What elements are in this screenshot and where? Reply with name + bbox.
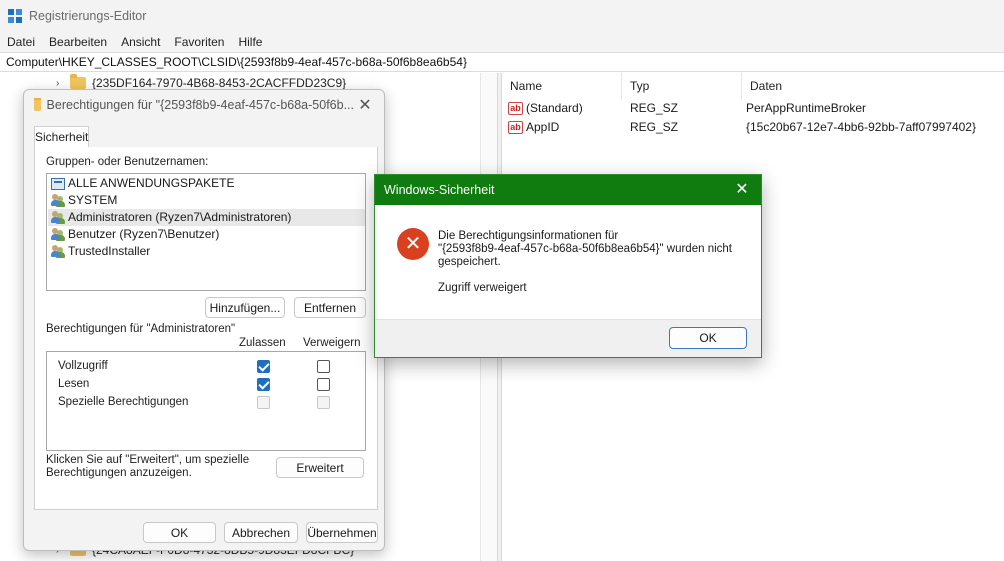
permissions-dialog-title-text: Berechtigungen für "{2593f8b9-4eaf-457c-… — [46, 98, 354, 112]
list-item-group-selected[interactable]: Administratoren (Ryzen7\Administratoren) — [48, 209, 365, 226]
value-data: PerAppRuntimeBroker — [746, 101, 867, 115]
permission-name: Vollzugriff — [58, 360, 108, 372]
menu-bar: Datei Bearbeiten Ansicht Favoriten Hilfe — [0, 32, 1004, 52]
package-icon — [51, 177, 65, 190]
group-name: SYSTEM — [68, 193, 118, 207]
string-value-icon: ab — [508, 102, 523, 115]
title-bar: Registrierungs-Editor — [0, 0, 1004, 32]
error-message-line3: gespeichert. — [438, 256, 501, 268]
permission-name: Lesen — [58, 378, 90, 390]
groups-list[interactable]: ALLE ANWENDUNGSPAKETE SYSTEM Administrat… — [46, 173, 366, 291]
folder-icon — [34, 98, 41, 111]
menu-favoriten[interactable]: Favoriten — [174, 35, 224, 49]
users-icon — [51, 228, 65, 241]
permissions-dialog-title: Berechtigungen für "{2593f8b9-4eaf-457c-… — [34, 98, 354, 112]
regedit-app-icon — [8, 9, 22, 23]
users-icon — [51, 194, 65, 207]
error-message-line1: Die Berechtigungsinformationen für — [438, 230, 619, 242]
deny-checkbox-lesen[interactable] — [317, 378, 330, 391]
column-header-name[interactable]: Name — [502, 73, 622, 99]
list-item-group[interactable]: TrustedInstaller — [51, 243, 150, 260]
menu-bearbeiten[interactable]: Bearbeiten — [49, 35, 107, 49]
allow-checkbox-spezielle — [257, 396, 270, 409]
value-row[interactable]: ab AppID REG_SZ {15c20b67-12e7-4bb6-92bb-… — [502, 118, 1004, 137]
users-icon — [51, 245, 65, 258]
allow-checkbox-vollzugriff[interactable] — [257, 360, 270, 373]
security-dialog-title: Windows-Sicherheit — [375, 175, 761, 205]
list-item-group[interactable]: ALLE ANWENDUNGSPAKETE — [51, 175, 235, 192]
add-button[interactable]: Hinzufügen... — [205, 297, 285, 318]
ok-button[interactable]: OK — [669, 327, 747, 349]
groups-label: Gruppen- oder Benutzernamen: — [46, 156, 209, 168]
menu-ansicht[interactable]: Ansicht — [121, 35, 160, 49]
deny-column-header: Verweigern — [303, 337, 361, 349]
apply-button[interactable]: Übernehmen — [306, 522, 378, 543]
group-name: Benutzer (Ryzen7\Benutzer) — [68, 227, 220, 241]
tree-node[interactable]: › {235DF164-7970-4B68-8453-2CACFFDD23C9} — [56, 74, 347, 90]
list-item-group[interactable]: SYSTEM — [51, 192, 117, 209]
value-type: REG_SZ — [630, 101, 679, 115]
error-icon: ✕ — [397, 228, 429, 260]
ok-button[interactable]: OK — [143, 522, 216, 543]
cancel-button[interactable]: Abbrechen — [224, 522, 298, 543]
column-header-typ[interactable]: Typ — [622, 73, 742, 99]
permissions-dialog: Berechtigungen für "{2593f8b9-4eaf-457c-… — [23, 89, 385, 551]
group-name: Administratoren (Ryzen7\Administratoren) — [68, 210, 292, 224]
allow-column-header: Zulassen — [239, 337, 286, 349]
users-icon — [51, 211, 65, 224]
string-value-icon: ab — [508, 121, 523, 134]
security-error-dialog: Windows-Sicherheit ✕ ✕ Die Berechtigungs… — [374, 174, 762, 358]
dialog-footer: OK — [375, 319, 761, 357]
permissions-label: Berechtigungen für "Administratoren" — [46, 323, 236, 335]
value-name: (Standard) — [526, 101, 583, 115]
menu-hilfe[interactable]: Hilfe — [238, 35, 262, 49]
window-title: Registrierungs-Editor — [29, 9, 147, 23]
value-name: AppID — [526, 120, 560, 134]
error-detail: Zugriff verweigert — [438, 282, 527, 294]
menu-datei[interactable]: Datei — [7, 35, 35, 49]
tab-sicherheit[interactable]: Sicherheit — [34, 126, 89, 148]
permissions-list: Vollzugriff Lesen Spezielle Berechtigung… — [46, 351, 366, 451]
group-name: ALLE ANWENDUNGSPAKETE — [68, 176, 235, 190]
list-header: Name Typ Daten — [502, 73, 1004, 99]
group-name: TrustedInstaller — [68, 244, 151, 258]
advanced-hint-line2: Berechtigungen anzuzeigen. — [46, 467, 192, 479]
remove-button[interactable]: Entfernen — [294, 297, 366, 318]
deny-checkbox-spezielle — [317, 396, 330, 409]
value-row[interactable]: ab (Standard) REG_SZ PerAppRuntimeBroker — [502, 99, 1004, 118]
security-tab-panel: Gruppen- oder Benutzernamen: ALLE ANWEND… — [34, 147, 378, 510]
value-type: REG_SZ — [630, 120, 679, 134]
close-icon[interactable]: ✕ — [731, 179, 753, 201]
value-data: {15c20b67-12e7-4bb6-92bb-7aff07997402} — [746, 120, 976, 134]
permission-name: Spezielle Berechtigungen — [58, 396, 189, 408]
allow-checkbox-lesen[interactable] — [257, 378, 270, 391]
address-bar[interactable]: Computer\HKEY_CLASSES_ROOT\CLSID\{2593f8… — [0, 52, 1004, 72]
column-header-daten[interactable]: Daten — [742, 73, 1004, 99]
tree-node-label: {235DF164-7970-4B68-8453-2CACFFDD23C9} — [92, 76, 347, 90]
chevron-right-icon[interactable]: › — [56, 78, 64, 89]
deny-checkbox-vollzugriff[interactable] — [317, 360, 330, 373]
error-message-line2: "{2593f8b9-4eaf-457c-b68a-50f6b8ea6b54}"… — [438, 243, 732, 255]
folder-icon — [70, 74, 86, 89]
advanced-button[interactable]: Erweitert — [276, 457, 364, 478]
advanced-hint-line1: Klicken Sie auf "Erweitert", um speziell… — [46, 454, 250, 466]
error-message: Die Berechtigungsinformationen für "{259… — [438, 230, 748, 269]
list-item-group[interactable]: Benutzer (Ryzen7\Benutzer) — [51, 226, 219, 243]
close-icon[interactable]: ✕ — [354, 95, 376, 117]
